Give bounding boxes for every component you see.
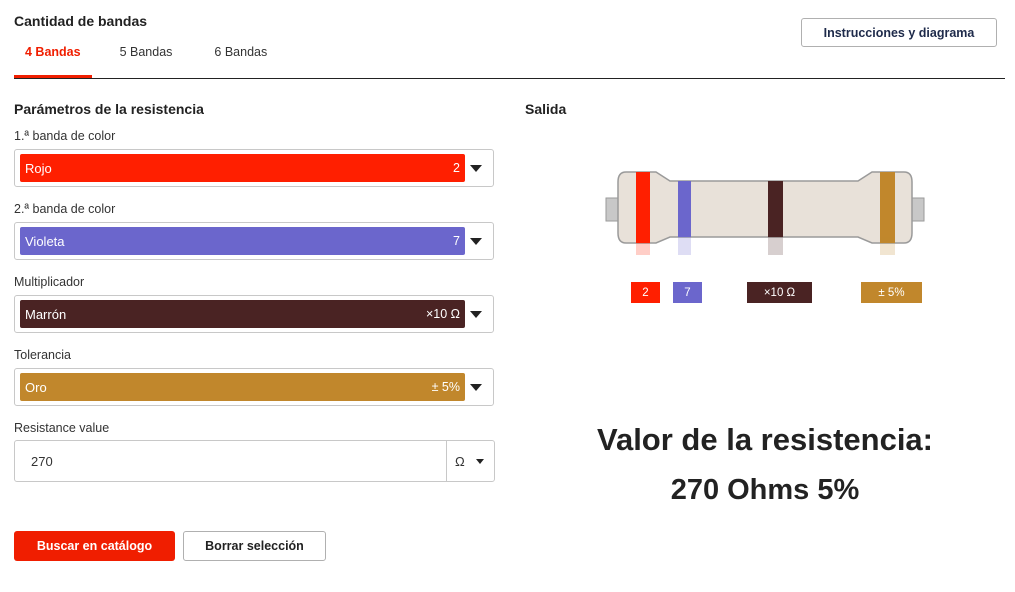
multiplier-guide	[768, 237, 783, 255]
tolerance-tag: ± 5%	[861, 282, 922, 303]
tolerance-guide	[880, 237, 895, 255]
multiplier-color-name: Marrón	[25, 306, 67, 322]
result-value: 270 Ohms 5%	[670, 474, 860, 506]
band2-color-name: Violeta	[25, 233, 65, 249]
multiplier-stripe	[768, 181, 783, 237]
band2-color-swatch: Violeta 7	[20, 227, 465, 255]
tab-4-bands[interactable]: 4 Bandas	[14, 40, 92, 78]
band2-value: 7	[453, 234, 460, 248]
resistance-value-field[interactable]: 270 Ω	[14, 440, 495, 482]
tabs-divider	[14, 78, 1005, 79]
unit-symbol: Ω	[455, 454, 465, 469]
band2-stripe	[678, 181, 691, 237]
multiplier-color-swatch: Marrón ×10 Ω	[20, 300, 465, 328]
band2-tag: 7	[673, 282, 702, 303]
output-title: Salida	[525, 101, 567, 117]
band1-color-name: Rojo	[25, 160, 52, 176]
band1-stripe	[636, 172, 650, 243]
chevron-down-icon	[476, 459, 484, 464]
resistance-value-label: Resistance value	[14, 421, 110, 435]
band1-label: 1.ª banda de color	[14, 129, 116, 143]
tolerance-color-name: Oro	[25, 379, 47, 395]
resistor-illustration	[605, 171, 925, 255]
tolerance-color-swatch: Oro ± 5%	[20, 373, 465, 401]
result-title: Valor de la resistencia:	[596, 422, 933, 457]
instructions-button[interactable]: Instrucciones y diagrama	[801, 18, 997, 47]
tab-6-bands[interactable]: 6 Bandas	[203, 40, 278, 78]
band2-label: 2.ª banda de color	[14, 202, 116, 216]
multiplier-tag: ×10 Ω	[747, 282, 812, 303]
chevron-down-icon	[470, 384, 482, 391]
clear-selection-button[interactable]: Borrar selección	[183, 531, 326, 561]
chevron-down-icon	[470, 238, 482, 245]
search-catalog-button[interactable]: Buscar en catálogo	[14, 531, 175, 561]
resistor-body	[617, 171, 913, 244]
chevron-down-icon	[470, 165, 482, 172]
multiplier-label: Multiplicador	[14, 275, 85, 289]
tolerance-label: Tolerancia	[14, 348, 71, 362]
tab-5-bands[interactable]: 5 Bandas	[109, 40, 184, 78]
unit-select[interactable]: Ω	[446, 441, 494, 481]
tolerance-select[interactable]: Oro ± 5%	[14, 368, 494, 406]
tolerance-stripe	[880, 172, 895, 243]
multiplier-select[interactable]: Marrón ×10 Ω	[14, 295, 494, 333]
band1-value: 2	[453, 161, 460, 175]
resistance-value-text[interactable]: 270	[31, 454, 53, 469]
tolerance-value: ± 5%	[431, 380, 460, 394]
band-count-title: Cantidad de bandas	[14, 13, 148, 29]
band2-select[interactable]: Violeta 7	[14, 222, 494, 260]
band1-guide	[636, 237, 650, 255]
params-title: Parámetros de la resistencia	[14, 101, 204, 117]
band-count-tabs: 4 Bandas 5 Bandas 6 Bandas	[14, 40, 278, 80]
multiplier-value: ×10 Ω	[425, 307, 460, 321]
band1-color-swatch: Rojo 2	[20, 154, 465, 182]
band2-guide	[678, 237, 691, 255]
band1-select[interactable]: Rojo 2	[14, 149, 494, 187]
chevron-down-icon	[470, 311, 482, 318]
band1-tag: 2	[631, 282, 660, 303]
